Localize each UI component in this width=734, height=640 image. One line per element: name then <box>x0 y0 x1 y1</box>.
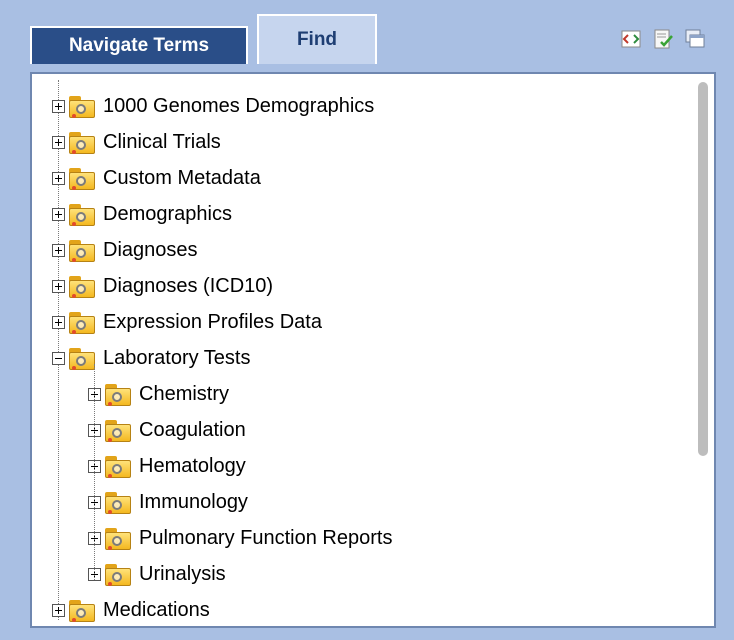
tree-row[interactable]: Medications <box>52 592 210 626</box>
folder-search-icon <box>69 310 95 334</box>
tree-row[interactable]: Laboratory Tests <box>52 340 251 376</box>
tree-item-label: Diagnoses <box>103 238 198 261</box>
tree-item-label: 1000 Genomes Demographics <box>103 94 375 117</box>
expand-toggle-icon[interactable] <box>52 171 65 185</box>
expand-toggle-icon[interactable] <box>52 279 65 293</box>
tree-row[interactable]: Diagnoses (ICD10) <box>52 268 273 304</box>
folder-search-icon <box>105 418 131 442</box>
folder-search-icon <box>69 130 95 154</box>
expand-toggle-icon[interactable] <box>52 99 65 113</box>
folder-search-icon <box>69 94 95 118</box>
folder-search-icon <box>105 490 131 514</box>
tab-find[interactable]: Find <box>257 14 377 64</box>
checklist-icon[interactable] <box>652 28 674 50</box>
tree-frame: 1000 Genomes Demographics Clinical Trials… <box>30 72 716 628</box>
toolbar <box>620 28 706 50</box>
tree-item-label: Coagulation <box>139 418 246 441</box>
folder-search-icon <box>105 526 131 550</box>
tree-item-label: Diagnoses (ICD10) <box>103 274 274 297</box>
expand-toggle-icon[interactable] <box>52 603 65 617</box>
tree-row[interactable]: Demographics <box>52 196 232 232</box>
collapse-toggle-icon[interactable] <box>52 351 65 365</box>
folder-search-icon <box>105 454 131 478</box>
tree-item-label: Immunology <box>139 490 248 513</box>
tree-row[interactable]: Hematology <box>88 448 246 484</box>
folder-search-icon <box>69 166 95 190</box>
tree-row[interactable]: 1000 Genomes Demographics <box>52 88 374 124</box>
tree-item-label: Demographics <box>103 202 232 225</box>
tree-guide-line <box>94 364 95 580</box>
tree-item-label: Custom Metadata <box>103 166 261 189</box>
folder-search-icon <box>105 382 131 406</box>
folder-search-icon <box>69 274 95 298</box>
term-tree: 1000 Genomes Demographics Clinical Trials… <box>32 74 714 626</box>
tree-item-label: Chemistry <box>139 382 230 405</box>
tab-navigate-terms[interactable]: Navigate Terms <box>30 26 248 64</box>
tree-row[interactable]: Pulmonary Function Reports <box>88 520 392 556</box>
expand-toggle-icon[interactable] <box>52 207 65 221</box>
navigate-terms-panel: Navigate Terms Find 1000 Genomes Demogra… <box>0 0 734 640</box>
tree-row[interactable]: Diagnoses <box>52 232 198 268</box>
tree-row[interactable]: Urinalysis <box>88 556 226 592</box>
expand-toggle-icon[interactable] <box>52 315 65 329</box>
code-view-icon[interactable] <box>620 28 642 50</box>
tree-item-label: Hematology <box>139 454 246 477</box>
expand-toggle-icon[interactable] <box>52 243 65 257</box>
expand-toggle-icon[interactable] <box>52 135 65 149</box>
tree-row[interactable]: Immunology <box>88 484 248 520</box>
tree-item-label: Urinalysis <box>139 562 226 585</box>
tree-row[interactable]: Coagulation <box>88 412 246 448</box>
tab-bar: Navigate Terms Find <box>30 14 710 64</box>
tree-row[interactable]: Clinical Trials <box>52 124 221 160</box>
window-stack-icon[interactable] <box>684 28 706 50</box>
tree-row[interactable]: Custom Metadata <box>52 160 261 196</box>
tree-item-label: Laboratory Tests <box>103 346 251 369</box>
tree-item-label: Medications <box>103 598 210 621</box>
folder-search-icon <box>69 202 95 226</box>
tree-row[interactable]: Chemistry <box>88 376 229 412</box>
tree-row[interactable]: Expression Profiles Data <box>52 304 322 340</box>
tree-item-label: Clinical Trials <box>103 130 221 153</box>
folder-search-icon <box>105 562 131 586</box>
tree-item-label: Pulmonary Function Reports <box>139 526 393 549</box>
folder-search-icon <box>69 598 95 622</box>
folder-search-icon <box>69 346 95 370</box>
tree-item-label: Expression Profiles Data <box>103 310 322 333</box>
folder-search-icon <box>69 238 95 262</box>
